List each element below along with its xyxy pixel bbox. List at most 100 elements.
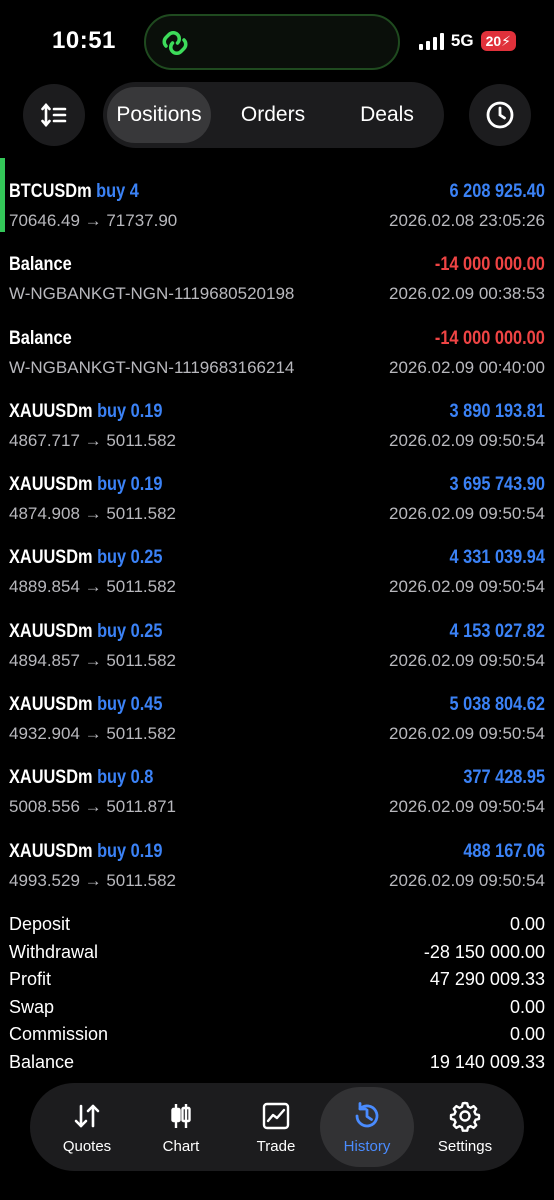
row-detail: 4889.854 → 5011.582 [9,577,176,597]
symbol-name: Balance [9,254,72,276]
row-detail: 4894.857 → 5011.582 [9,650,176,670]
summary-row: Deposit 0.00 [0,910,554,938]
history-summary: Deposit 0.00 Withdrawal -28 150 000.00 Profi… [0,910,554,1076]
row-time: 2026.02.09 09:50:54 [389,577,545,597]
history-row[interactable]: XAUUSDm buy 0.19 3 695 743.90 4874.908 → 5… [0,463,554,536]
sort-button[interactable] [23,84,85,146]
period-button[interactable] [469,84,531,146]
row-time: 2026.02.09 09:50:54 [389,504,545,524]
symbol-name: XAUUSDm [9,474,93,496]
row-detail: 4867.717 → 5011.582 [9,430,176,450]
tab-orders[interactable]: Orders [225,87,321,143]
summary-label: Balance [9,1051,75,1072]
symbol-name: XAUUSDm [9,840,93,862]
row-amount: 6 208 925.40 [449,181,545,202]
row-time: 2026.02.09 09:50:54 [389,430,545,450]
summary-value: 0.00 [509,996,545,1017]
history-row[interactable]: XAUUSDm buy 0.25 4 153 027.82 4894.857 → 5… [0,610,554,683]
row-amount: -14 000 000.00 [435,254,545,276]
trade-side: buy 0.25 [97,620,163,642]
trade-chart-icon [262,1102,290,1129]
summary-value: -28 150 000.00 [423,941,545,962]
quotes-icon [74,1104,100,1127]
symbol-name: XAUUSDm [9,620,93,642]
row-amount: 4 331 039.94 [449,547,545,569]
row-amount: 3 695 743.90 [449,474,545,496]
summary-row: Withdrawal -28 150 000.00 [0,938,554,966]
row-amount: 377 428.95 [463,767,545,789]
status-time: 10:51 [52,27,116,54]
history-row[interactable]: XAUUSDm buy 0.19 488 167.06 4993.529 → 501… [0,830,554,903]
row-symbol: Balance [9,328,72,350]
row-symbol: Balance [9,254,72,276]
selected-indicator [0,158,5,232]
row-symbol: XAUUSDm buy 0.19 [9,474,162,496]
symbol-name: XAUUSDm [9,547,93,569]
row-amount: 3 890 193.81 [449,400,545,422]
trade-side: buy 0.8 [97,767,154,789]
row-time: 2026.02.09 09:50:54 [389,797,545,817]
tab-label: Quotes [62,1137,112,1155]
summary-row: Balance 19 140 009.33 [0,1048,554,1076]
row-symbol: XAUUSDm buy 0.19 [9,401,162,423]
sort-icon [41,103,67,127]
symbol-name: Balance [9,327,72,349]
history-row[interactable]: XAUUSDm buy 0.19 3 890 193.81 4867.717 → 5… [0,390,554,463]
tab-deals[interactable]: Deals [339,87,435,143]
row-time: 2026.02.08 23:05:26 [389,211,545,230]
trade-side: buy 0.19 [97,400,163,422]
row-symbol: BTCUSDm buy 4 [9,181,139,203]
trade-side: buy 0.25 [97,547,163,569]
tab-settings[interactable]: Settings [418,1087,512,1167]
row-detail: 4932.904 → 5011.582 [9,724,176,744]
row-symbol: XAUUSDm buy 0.25 [9,621,162,643]
trade-side: buy 4 [96,181,139,202]
summary-row: Commission 0.00 [0,1020,554,1048]
tab-label: Trade [256,1137,296,1155]
row-symbol: XAUUSDm buy 0.8 [9,767,153,789]
summary-value: 0.00 [509,1024,545,1045]
summary-label: Deposit [9,914,71,934]
row-symbol: XAUUSDm buy 0.45 [9,694,162,716]
history-row[interactable]: XAUUSDm buy 0.8 377 428.95 5008.556 → 5011… [0,756,554,829]
battery-icon: 20⚡ [480,31,516,51]
symbol-name: XAUUSDm [9,694,93,716]
status-indicators: 5G 20⚡ [418,31,516,51]
symbol-name: XAUUSDm [9,767,93,789]
summary-row: Swap 0.00 [0,993,554,1021]
row-detail: 70646.49 → 71737.90 [9,211,178,230]
row-amount: -14 000 000.00 [435,327,545,349]
history-row[interactable]: XAUUSDm buy 0.45 5 038 804.62 4932.904 → 5… [0,683,554,756]
gear-icon [449,1101,481,1132]
history-row[interactable]: Balance -14 000 000.00 W-NGBANKGT-NGN-111… [0,243,554,316]
summary-row: Profit 47 290 009.33 [0,965,554,993]
signal-icon [418,32,444,50]
history-row[interactable]: BTCUSDm buy 4 6 208 925.40 70646.49 → 7173… [0,158,554,243]
history-icon [355,1101,379,1127]
trade-side: buy 0.19 [97,840,163,862]
link-app-icon [162,31,188,55]
row-symbol: XAUUSDm buy 0.25 [9,547,162,569]
trade-side: buy 0.45 [97,694,163,716]
row-time: 2026.02.09 09:50:54 [389,724,545,744]
network-type: 5G [450,31,474,50]
tab-quotes[interactable]: Quotes [40,1087,134,1167]
row-time: 2026.02.09 00:38:53 [389,284,545,304]
row-amount: 488 167.06 [463,840,545,862]
tab-chart[interactable]: Chart [134,1087,228,1167]
tab-history[interactable]: History [320,1087,414,1167]
clock-icon [486,101,514,129]
symbol-name: XAUUSDm [9,400,93,422]
summary-label: Commission [9,1024,109,1045]
battery-level: 20 [485,33,502,49]
view-segment-control: Positions Orders Deals [103,82,444,148]
history-row[interactable]: Balance -14 000 000.00 W-NGBANKGT-NGN-111… [0,317,554,390]
trade-side: buy 0.19 [97,474,163,496]
row-time: 2026.02.09 09:50:54 [389,870,545,890]
summary-value: 0.00 [509,914,545,934]
tab-trade[interactable]: Trade [229,1087,323,1167]
row-symbol: XAUUSDm buy 0.19 [9,841,162,863]
tab-positions[interactable]: Positions [107,87,211,143]
bottom-tab-bar: Quotes Chart Trade History Settings [30,1083,524,1171]
history-row[interactable]: XAUUSDm buy 0.25 4 331 039.94 4889.854 → 5… [0,536,554,609]
